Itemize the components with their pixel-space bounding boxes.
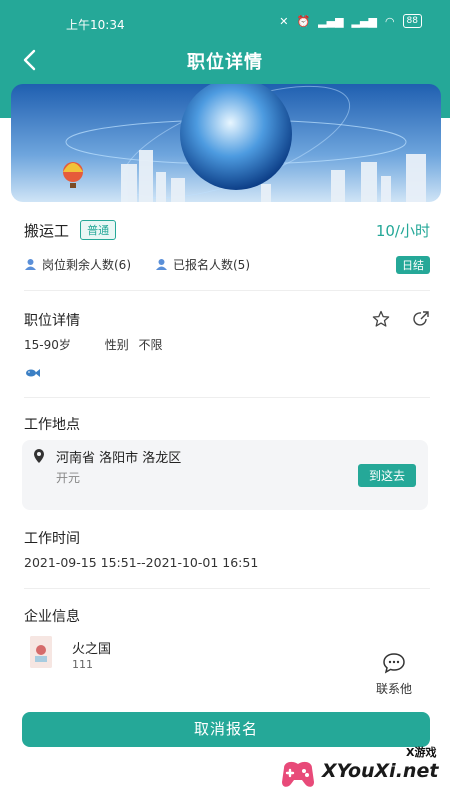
gender-label: 性别 [104, 338, 129, 352]
person-icon [156, 259, 167, 270]
status-bar: 上午10:34 ✕ ⏰ ▂▄▆ ▂▄▆ ◠ 88 [0, 0, 450, 44]
watermark-small-text: X游戏 [406, 746, 437, 759]
mute-icon: ✕ [279, 14, 289, 28]
registered-count: 已报名人数(5) [155, 256, 250, 273]
signal-icon: ▂▄▆ [318, 14, 344, 28]
divider [24, 290, 430, 291]
company-logo [30, 636, 52, 668]
divider [24, 397, 430, 398]
page-title: 职位详情 [187, 52, 263, 73]
worktime-range: 2021-09-15 15:51--2021-10-01 16:51 [24, 555, 259, 570]
nav-bar: 职位详情 [0, 40, 450, 80]
job-header: 搬运工 普通 10/小时 [24, 220, 430, 242]
battery-icon: 88 [402, 14, 422, 28]
divider [24, 588, 430, 589]
pay-type-badge: 日结 [396, 256, 430, 274]
signal-icon-2: ▂▄▆ [351, 14, 377, 28]
company-code: 111 [72, 658, 93, 671]
company-title: 企业信息 [24, 609, 80, 625]
star-icon[interactable] [372, 310, 390, 328]
gender-value: 不限 [138, 338, 163, 352]
gamepad-logo-icon [282, 761, 314, 787]
details-row: 15-90岁 性别 不限 [24, 336, 430, 354]
job-name: 搬运工 [24, 222, 70, 240]
job-stats: 岗位剩余人数(6) 已报名人数(5) 日结 [24, 256, 430, 274]
address-detail: 开元 [56, 471, 81, 485]
details-header: 职位详情 [24, 310, 430, 330]
company-header: 企业信息 [24, 606, 430, 626]
company-card[interactable]: 火之国 111 联系他 [24, 636, 430, 696]
details-title: 职位详情 [24, 313, 80, 329]
worktime-header: 工作时间 [24, 528, 430, 548]
status-time: 上午10:34 [66, 18, 125, 32]
job-banner-image [11, 84, 441, 202]
job-type-badge: 普通 [80, 220, 117, 240]
contact-button[interactable]: 联系他 [372, 652, 416, 697]
company-name: 火之国 [72, 642, 112, 657]
details-extra [24, 364, 430, 380]
alarm-icon: ⏰ [296, 14, 311, 28]
age-range: 15-90岁 [24, 338, 71, 352]
contact-label: 联系他 [375, 682, 412, 696]
job-wage: 10/小时 [375, 222, 430, 240]
person-icon [25, 259, 36, 270]
share-icon[interactable] [412, 310, 430, 328]
location-title: 工作地点 [24, 417, 80, 433]
worktime-title: 工作时间 [24, 531, 80, 547]
navigate-button[interactable]: 到这去 [357, 464, 416, 487]
wifi-icon: ◠ [384, 14, 395, 28]
chat-icon [383, 653, 405, 674]
status-icons: ✕ ⏰ ▂▄▆ ▂▄▆ ◠ 88 [279, 14, 422, 28]
site-watermark: X游戏 XYouXi.net [278, 740, 450, 800]
location-pin-icon [34, 449, 44, 463]
address-card: 河南省 洛阳市 洛龙区 开元 到这去 [22, 440, 428, 510]
remaining-count: 岗位剩余人数(6) [24, 256, 131, 273]
fish-icon [26, 369, 40, 377]
watermark-text: XYouXi.net [322, 760, 439, 782]
address-text: 河南省 洛阳市 洛龙区 [56, 451, 182, 466]
location-header: 工作地点 [24, 414, 430, 434]
